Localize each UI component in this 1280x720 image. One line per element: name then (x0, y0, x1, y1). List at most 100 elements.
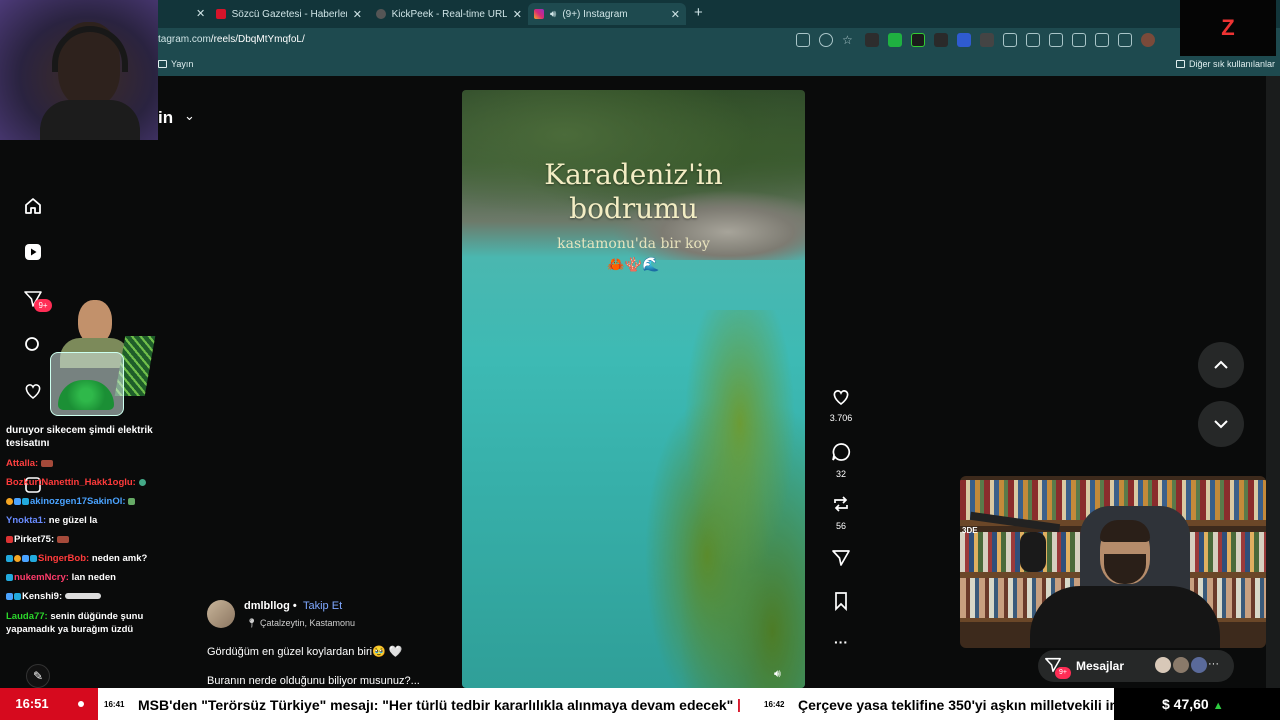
badge-icon (6, 554, 13, 562)
ticker-separator: | (737, 696, 741, 712)
emote-icon (138, 478, 146, 486)
split-view-icon[interactable] (1026, 33, 1040, 47)
overlay-sticker-man-with-jar (30, 300, 156, 418)
badge-icon (22, 497, 29, 505)
avatar[interactable] (1172, 656, 1190, 674)
volume-icon[interactable]: 🔊︎ (774, 668, 781, 681)
url-field[interactable]: tagram.com/reels/DbqMtYmqfoL/ (158, 34, 305, 45)
badge-icon (14, 592, 21, 600)
chat-line: Pirket75: (6, 534, 70, 545)
close-icon[interactable]: ✕ (513, 8, 522, 21)
bookmark-yayin[interactable]: Yayın (158, 59, 193, 69)
save-action[interactable] (828, 591, 854, 616)
chevron-down-icon[interactable]: ⌄ (184, 108, 195, 124)
extension-icon[interactable] (934, 33, 948, 47)
tab-kickpeek[interactable]: KickPeek - Real-time URL Crawler ✕ (370, 3, 528, 25)
collections-icon[interactable] (1072, 33, 1086, 47)
share-action[interactable] (828, 548, 854, 573)
bookmark-label: Diğer sık kullanılanlar (1189, 59, 1276, 69)
profile-avatar[interactable] (1141, 33, 1155, 47)
puzzle-icon[interactable] (1003, 33, 1017, 47)
url-path: /reels/DbqMtYmqfoL/ (210, 34, 305, 45)
follow-button[interactable]: Takip Et (303, 600, 342, 612)
new-tab-button[interactable]: + (694, 4, 703, 21)
badge-icon (6, 535, 13, 543)
extension-icon[interactable] (865, 33, 879, 47)
account-title[interactable]: in (158, 108, 173, 128)
favorites-icon[interactable] (1049, 33, 1063, 47)
screenshot-icon[interactable] (1118, 33, 1132, 47)
username-text[interactable]: dmlbllog (244, 600, 290, 612)
post-location[interactable]: 📍︎ Çatalzeytin, Kastamonu (246, 618, 355, 629)
close-icon[interactable]: ✕ (671, 8, 680, 21)
microphone (1020, 532, 1046, 572)
pencil-icon[interactable]: ✎ (26, 664, 50, 688)
badge-icon (14, 497, 21, 505)
repost-count: 56 (835, 521, 846, 531)
close-icon[interactable]: ✕ (353, 8, 362, 21)
extension-icon[interactable] (888, 33, 902, 47)
reel-leaves-image (642, 310, 805, 688)
bookmark-icon[interactable] (831, 591, 851, 612)
extension-icon[interactable] (980, 33, 994, 47)
chat-username: nukemNcry: (14, 572, 69, 583)
badge-icon (22, 554, 29, 562)
scrollbar[interactable] (1266, 76, 1280, 688)
emote-icon (128, 497, 136, 505)
reel-title: Karadeniz'in bodrumu (462, 158, 805, 226)
chat-line: BozkurtNanettin_Hakk1oglu: (6, 477, 147, 488)
avatar[interactable] (1190, 656, 1208, 674)
reels-icon[interactable] (22, 241, 44, 263)
heart-icon[interactable] (831, 388, 851, 406)
next-reel-button[interactable] (1198, 401, 1244, 447)
home-icon[interactable] (22, 195, 44, 217)
chat-line: Attalla: (6, 458, 54, 469)
bookmark-other-favorites[interactable]: Diğer sık kullanılanlar (1176, 59, 1275, 69)
ticker-item-time: 16:42 (764, 700, 785, 709)
repost-icon[interactable] (831, 494, 851, 514)
tab-instagram[interactable]: 🔊︎ (9+) Instagram ✕ (528, 3, 686, 25)
chat-username: Ynokta1: (6, 515, 47, 526)
chat-username: Lauda77: (6, 611, 48, 622)
ticker-price: $ 47,60 ▲ (1114, 688, 1280, 720)
chat-username: akinozgen17SakinOl: (30, 496, 126, 507)
instagram-favicon (534, 9, 544, 19)
extension-icon[interactable] (957, 33, 971, 47)
chat-line: akinozgen17SakinOl: (6, 496, 136, 507)
reel-video[interactable]: Karadeniz'in bodrumu kastamonu'da bir ko… (462, 90, 805, 688)
speaker-icon[interactable]: 🔊︎ (550, 9, 556, 20)
badge-icon (30, 554, 37, 562)
badge-icon (14, 554, 21, 562)
repost-action[interactable]: 56 (828, 494, 854, 531)
post-caption-more[interactable]: Buranın nerde olduğunu biliyor musunuz?.… (207, 675, 420, 687)
comment-icon[interactable] (831, 442, 851, 462)
more-icon[interactable]: ··· (1208, 658, 1219, 670)
tab-label: Sözcü Gazetesi - Haberler, son da (231, 8, 347, 20)
live-dot-icon (78, 701, 84, 707)
chat-username: BozkurtNanettin_Hakk1oglu: (6, 477, 136, 488)
chevron-up-icon (1214, 360, 1228, 369)
chat-line: Kenshi9: (6, 591, 102, 602)
zoom-icon[interactable] (819, 33, 833, 47)
share-icon[interactable] (831, 548, 851, 568)
star-icon[interactable]: ☆ (842, 33, 856, 47)
extension-icon[interactable] (911, 33, 925, 47)
author-username[interactable]: dmlbllog • (244, 600, 297, 612)
install-icon[interactable] (796, 33, 810, 47)
chat-username: SingerBob: (38, 553, 90, 564)
emote-icon (40, 459, 53, 467)
close-icon[interactable]: ✕ (196, 7, 205, 20)
comment-action[interactable]: 32 (828, 442, 854, 479)
post-caption: Gördüğüm en güzel koylardan biri🥹 🤍 (207, 646, 403, 658)
avatar[interactable] (1154, 656, 1172, 674)
previous-reel-button[interactable] (1198, 342, 1244, 388)
heart-icon[interactable] (1095, 33, 1109, 47)
url-domain: tagram.com (158, 34, 211, 45)
author-avatar[interactable] (207, 600, 235, 628)
location-text[interactable]: Çatalzeytin, Kastamonu (260, 618, 355, 628)
tab-sozcu[interactable]: Sözcü Gazetesi - Haberler, son da ✕ (210, 3, 368, 25)
ticker-headline: MSB'den "Terörsüz Türkiye" mesajı: "Her … (138, 697, 734, 713)
more-options-icon[interactable]: ··· (828, 634, 854, 650)
like-action[interactable]: 3.706 (828, 388, 854, 423)
messages-label[interactable]: Mesajlar (1076, 659, 1124, 673)
